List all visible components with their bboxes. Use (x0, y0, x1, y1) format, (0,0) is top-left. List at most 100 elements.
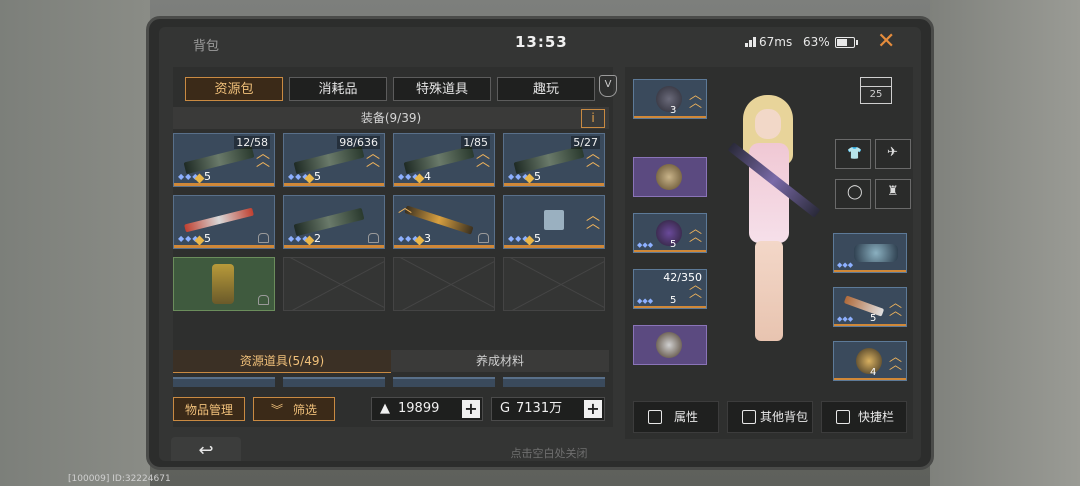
ring-slot[interactable]: ◯ (835, 179, 871, 209)
upgrade-chevron-icon: ︿ ︿ (688, 88, 702, 111)
lock-icon (258, 233, 269, 243)
weapon-slot[interactable]: 42/350 ◆◆◆ 5 ︿ ︿ (633, 269, 707, 309)
equipment-slot[interactable]: ︿ ◆◆◆ 3 (393, 195, 495, 249)
item-level: 5 (870, 313, 877, 324)
durability-bar (174, 183, 274, 186)
backpack-icon (544, 210, 564, 230)
mecha-icon (856, 348, 882, 374)
bracelet-slot[interactable]: ◆◆◆ (833, 233, 907, 273)
coin-icon: G (500, 401, 511, 416)
battery-text: 63% (803, 35, 830, 49)
lock-icon (258, 295, 269, 305)
pet-head-icon (656, 164, 682, 190)
durability-bar (634, 116, 706, 118)
rarity-dots: ◆◆◆ (837, 261, 854, 269)
durability-bar (834, 270, 906, 272)
equipment-slot[interactable]: ◆◆◆ 2 (283, 195, 385, 249)
durability-bar (634, 250, 706, 252)
tab-resource-pack[interactable]: 资源包 (185, 77, 283, 101)
signal-icon (745, 36, 759, 47)
durability-bar (174, 245, 274, 248)
ring-icon: ◯ (847, 184, 863, 200)
drone-icon: ✈ (887, 145, 898, 160)
tab-growth-materials[interactable]: 养成材料 (391, 350, 609, 372)
item-level: 3 (670, 105, 677, 116)
outfit-slot[interactable]: 👕 (835, 139, 871, 169)
bracelet-icon (854, 244, 898, 262)
equipment-slot[interactable]: ◆◆◆ 5 ︿ ︿ (503, 195, 605, 249)
filter-button[interactable]: ︾ 筛选 (253, 397, 335, 421)
background-left (0, 0, 150, 486)
bottom-bar: ↩ 点击空白处关闭 (159, 437, 921, 461)
shortcut-bar-button[interactable]: 快捷栏 (821, 401, 907, 433)
knife-icon (843, 295, 885, 317)
equipment-slot[interactable]: 98/636 ◆◆◆ 5 ︿ ︿ (283, 133, 385, 187)
clock: 13:53 (515, 33, 568, 51)
close-hint: 点击空白处关闭 (510, 447, 588, 460)
tab-fun[interactable]: 趣玩 (497, 77, 595, 101)
shield-icon[interactable]: V (599, 75, 617, 97)
equipment-section-title: 装备(9/39) (360, 111, 422, 125)
shortcut-bar-label: 快捷栏 (858, 410, 895, 424)
mecha-slot[interactable]: 4 ︿ ︿ (833, 341, 907, 381)
equipment-slot[interactable] (173, 257, 275, 311)
equipment-slot[interactable]: 5/27 ◆◆◆ 5 ︿ ︿ (503, 133, 605, 187)
drone-slot[interactable]: ✈ (875, 139, 911, 169)
ping-text: 67ms (759, 35, 793, 49)
upgrade-chevron-icon: ︿ ︿ (888, 350, 902, 373)
upgrade-chevron-icon: ︿ ︿ (256, 146, 270, 170)
upgrade-chevron-icon: ︿ ︿ (586, 208, 600, 232)
blade-icon (184, 207, 254, 233)
diamond-balance: ▲ 19899 + (371, 397, 483, 421)
bag-icon (742, 410, 756, 424)
item-manage-button[interactable]: 物品管理 (173, 397, 245, 421)
helmet-slot[interactable]: 3 ︿ ︿ (633, 79, 707, 119)
tab-resource-items[interactable]: 资源道具(5/49) (173, 350, 391, 373)
attributes-label: 属性 (674, 410, 699, 424)
durability-bar (284, 245, 384, 248)
turret-slot[interactable]: ♜ (875, 179, 911, 209)
info-button[interactable]: i (581, 109, 605, 128)
upgrade-chevron-icon: ︿ ︿ (888, 296, 902, 319)
pet-slot[interactable] (633, 325, 707, 365)
melee-slot[interactable]: ◆◆◆ 5 ︿ ︿ (833, 287, 907, 327)
statue-icon (212, 264, 234, 304)
equipment-slot[interactable]: 12/58 ◆◆◆ 5 ︿ ︿ (173, 133, 275, 187)
top-bar: 背包 13:53 67ms 63% ✕ (159, 27, 921, 57)
durability-bar (834, 324, 906, 326)
item-level: 5 (534, 170, 541, 183)
backpack-window: 背包 13:53 67ms 63% ✕ 资源包 消耗品 特殊道具 趣玩 V 装备… (146, 16, 934, 470)
pet-icon (656, 332, 682, 358)
accessory-slot[interactable] (633, 157, 707, 197)
rarity-dots: ◆◆◆ (637, 241, 654, 249)
person-icon (648, 410, 662, 424)
filter-label: 筛选 (293, 403, 318, 417)
user-id-footer: [100009] ID:32224671 (68, 474, 171, 484)
tab-consumables[interactable]: 消耗品 (289, 77, 387, 101)
upgrade-chevron-icon: ︿ ︿ (476, 146, 490, 170)
spear-icon (293, 207, 365, 237)
equipment-slot[interactable]: ◆◆◆ 5 (173, 195, 275, 249)
battery-icon (835, 37, 858, 48)
empty-slot (283, 257, 385, 311)
durability-bar (394, 183, 494, 186)
equipment-slot[interactable]: 1/85 ◆◆◆ 4 ︿ ︿ (393, 133, 495, 187)
star-icon (304, 173, 315, 184)
shop-icon[interactable]: 25 (859, 77, 893, 107)
close-icon[interactable]: ✕ (877, 29, 895, 54)
rifle-icon (293, 145, 365, 175)
rifle-icon (183, 145, 255, 175)
attributes-button[interactable]: 属性 (633, 401, 719, 433)
armor-slot[interactable]: ◆◆◆ 5 ︿ ︿ (633, 213, 707, 253)
star-icon (414, 173, 425, 184)
tab-special-items[interactable]: 特殊道具 (393, 77, 491, 101)
add-coin-button[interactable]: + (584, 400, 602, 418)
equipment-section-header: 装备(9/39) i (173, 107, 609, 129)
add-diamond-button[interactable]: + (462, 400, 480, 418)
item-level: 5 (534, 232, 541, 245)
turret-icon: ♜ (887, 184, 899, 199)
sword-icon (404, 205, 474, 235)
other-bags-button[interactable]: 其他背包 (727, 401, 813, 433)
item-level: 4 (870, 367, 877, 378)
back-button[interactable]: ↩ (171, 437, 241, 461)
